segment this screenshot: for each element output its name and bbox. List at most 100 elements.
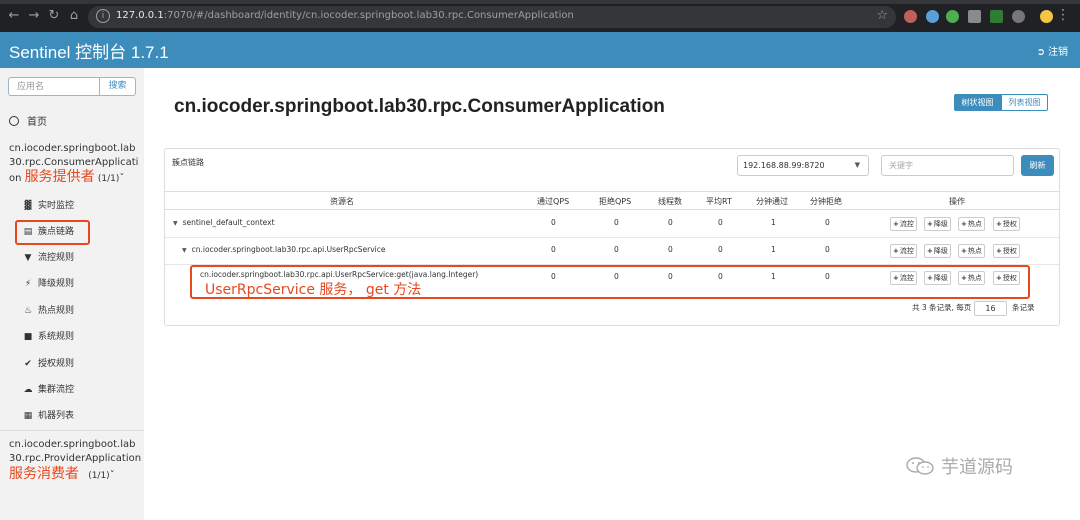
op-label: 热点 bbox=[967, 220, 982, 228]
flash-icon: ⚡ bbox=[24, 279, 32, 289]
sidebar-item-degrade-rules[interactable]: ⚡ 降级规则 bbox=[22, 277, 74, 291]
search-button[interactable]: 搜索 bbox=[99, 77, 136, 96]
column-header: 通过QPS bbox=[537, 197, 570, 206]
extension-icon[interactable] bbox=[904, 10, 917, 23]
annotation-method: UserRpcService 服务， get 方法 bbox=[205, 282, 422, 298]
auth-rule-button[interactable]: +授权 bbox=[993, 244, 1020, 258]
op-label: 流控 bbox=[899, 247, 914, 255]
table-row: ▼ cn.iocoder.springboot.lab30.rpc.api.Use… bbox=[165, 238, 1059, 265]
pager-suffix: 条记录 bbox=[1012, 303, 1035, 312]
avg-rt: 0 bbox=[718, 245, 723, 254]
minute-pass: 1 bbox=[771, 245, 776, 254]
op-label: 授权 bbox=[1002, 220, 1017, 228]
extension-icon[interactable] bbox=[990, 10, 1003, 23]
resource-name-text: cn.iocoder.springboot.lab30.rpc.api.User… bbox=[191, 245, 386, 254]
home-circle-icon bbox=[9, 116, 19, 126]
home-label: 首页 bbox=[27, 117, 47, 128]
home-icon[interactable]: ⌂ bbox=[66, 8, 82, 24]
sidebar-item-label: 集群流控 bbox=[38, 385, 75, 395]
filter-icon: ▼ bbox=[24, 253, 32, 263]
cloud-icon: ☁ bbox=[23, 385, 33, 395]
sidebar-item-label: 授权规则 bbox=[38, 359, 75, 369]
sidebar-item-auth-rules[interactable]: ✔ 授权规则 bbox=[22, 357, 74, 371]
hotspot-rule-button[interactable]: +热点 bbox=[958, 217, 985, 231]
sidebar-item-hotspot-rules[interactable]: ♨ 热点规则 bbox=[22, 304, 74, 318]
back-icon[interactable]: ← bbox=[6, 8, 22, 24]
browser-chrome: ← → ↻ ⌂ i 127.0.0.1:7070/#/dashboard/ide… bbox=[0, 0, 1080, 32]
column-header: 拒绝QPS bbox=[599, 197, 632, 206]
column-header: 资源名 bbox=[330, 197, 354, 206]
flow-rule-button[interactable]: +流控 bbox=[890, 244, 917, 258]
thread-count: 0 bbox=[668, 245, 673, 254]
app-count: (1/1) bbox=[88, 471, 110, 481]
pager-prefix: 共 3 条记录, 每页 bbox=[912, 303, 972, 312]
thread-count: 0 bbox=[668, 218, 673, 227]
sidebar-item-cluster-flow[interactable]: ☁ 集群流控 bbox=[22, 383, 75, 397]
table-row: ▼ sentinel_default_context 0 0 0 0 1 0 +流… bbox=[165, 211, 1059, 238]
url-text: 127.0.0.1:7070/#/dashboard/identity/cn.i… bbox=[116, 10, 574, 21]
refresh-button[interactable]: 刷新 bbox=[1021, 155, 1054, 176]
machine-select[interactable]: 192.168.88.99:8720 ▼ bbox=[737, 155, 869, 176]
profile-avatar[interactable] bbox=[1040, 10, 1053, 23]
extension-icon[interactable] bbox=[946, 10, 959, 23]
divider bbox=[0, 430, 144, 431]
collapse-triangle-icon[interactable]: ▼ bbox=[173, 220, 178, 227]
sidebar-item-flow-rules[interactable]: ▼ 流控规则 bbox=[22, 251, 74, 265]
sidebar-item-system-rules[interactable]: ■ 系统规则 bbox=[22, 330, 74, 344]
pass-qps: 0 bbox=[551, 245, 556, 254]
annotation-provider: 服务提供者 bbox=[24, 169, 95, 185]
flow-rule-button[interactable]: +流控 bbox=[890, 217, 917, 231]
sidebar-item-label: 流控规则 bbox=[38, 253, 75, 263]
sidebar-item-label: 实时监控 bbox=[38, 201, 75, 211]
column-header: 分钟通过 bbox=[756, 197, 788, 206]
logout-link[interactable]: ➲ 注销 bbox=[1037, 43, 1068, 58]
minute-block: 0 bbox=[825, 218, 830, 227]
resource-name: ▼ cn.iocoder.springboot.lab30.rpc.api.Use… bbox=[182, 245, 386, 254]
keyword-input[interactable] bbox=[881, 155, 1014, 176]
bookmark-star-icon[interactable]: ☆ bbox=[876, 8, 888, 23]
page-size-input[interactable]: 16 bbox=[974, 301, 1007, 316]
column-header: 操作 bbox=[949, 197, 965, 206]
app-provider[interactable]: cn.iocoder.springboot.lab 30.rpc.Provide… bbox=[9, 438, 141, 483]
tree-view-button[interactable]: 树状视图 bbox=[954, 94, 1001, 111]
extension-icon[interactable] bbox=[926, 10, 939, 23]
sidebar-item-home[interactable]: 首页 bbox=[9, 113, 47, 128]
panel-title: 簇点链路 bbox=[172, 158, 204, 167]
wechat-icon bbox=[906, 457, 934, 475]
app-consumer[interactable]: cn.iocoder.springboot.lab 30.rpc.Consume… bbox=[9, 142, 139, 186]
op-label: 降级 bbox=[933, 247, 948, 255]
op-label: 授权 bbox=[1002, 247, 1017, 255]
hotspot-rule-button[interactable]: +热点 bbox=[958, 244, 985, 258]
url-host: 127.0.0.1 bbox=[116, 10, 164, 21]
degrade-rule-button[interactable]: +降级 bbox=[924, 244, 951, 258]
watermark: 芋道源码 bbox=[905, 453, 1013, 479]
forward-icon[interactable]: → bbox=[26, 8, 42, 24]
page-title: cn.iocoder.springboot.lab30.rpc.Consumer… bbox=[174, 96, 665, 117]
address-bar[interactable]: i 127.0.0.1:7070/#/dashboard/identity/cn… bbox=[88, 6, 896, 28]
app-name-line: cn.iocoder.springboot.lab bbox=[9, 143, 136, 154]
info-icon[interactable]: i bbox=[96, 9, 110, 23]
app-search-input[interactable] bbox=[8, 77, 99, 96]
lock-icon: ■ bbox=[23, 332, 33, 342]
sidebar-item-label: 系统规则 bbox=[38, 332, 75, 342]
column-header: 线程数 bbox=[658, 197, 682, 206]
column-header: 分钟拒绝 bbox=[810, 197, 842, 206]
degrade-rule-button[interactable]: +降级 bbox=[924, 217, 951, 231]
pass-qps: 0 bbox=[551, 218, 556, 227]
url-path: :7070/#/dashboard/identity/cn.iocoder.sp… bbox=[163, 10, 574, 21]
collapse-triangle-icon[interactable]: ▼ bbox=[182, 247, 187, 254]
sidebar-item-monitor[interactable]: ▓ 实时监控 bbox=[22, 199, 74, 213]
watermark-text: 芋道源码 bbox=[941, 457, 1013, 478]
minute-pass: 1 bbox=[771, 218, 776, 227]
chevron-down-icon[interactable]: ˇ bbox=[110, 470, 115, 481]
chevron-down-icon[interactable]: ˇ bbox=[119, 173, 124, 184]
extension-icon[interactable] bbox=[1012, 10, 1025, 23]
op-label: 流控 bbox=[899, 220, 914, 228]
browser-menu-icon[interactable]: ⋮ bbox=[1056, 7, 1070, 23]
extension-icon[interactable] bbox=[968, 10, 981, 23]
sidebar-item-machines[interactable]: ▦ 机器列表 bbox=[22, 409, 74, 423]
auth-rule-button[interactable]: +授权 bbox=[993, 217, 1020, 231]
reload-icon[interactable]: ↻ bbox=[46, 8, 62, 24]
list-view-button[interactable]: 列表视图 bbox=[1001, 94, 1048, 111]
app-count: (1/1) bbox=[97, 174, 120, 184]
